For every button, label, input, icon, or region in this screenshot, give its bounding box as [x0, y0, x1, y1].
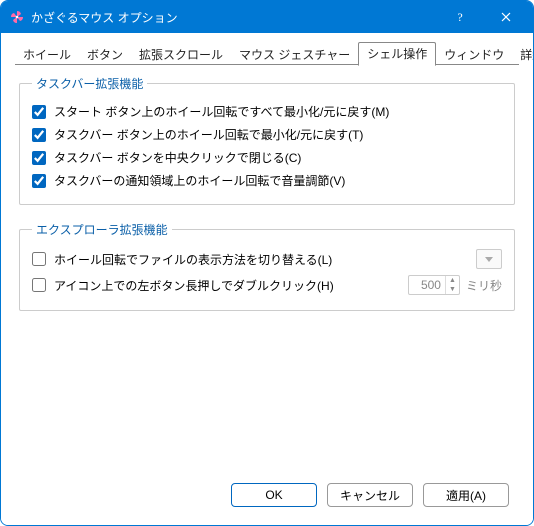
checkbox-wheel-viewmode[interactable] — [32, 252, 46, 266]
cancel-button[interactable]: キャンセル — [327, 483, 413, 507]
checkbox-tray-wheel-volume[interactable] — [32, 174, 46, 188]
tab-detail[interactable]: 詳細 — [512, 44, 534, 66]
group-explorer-legend: エクスプローラ拡張機能 — [32, 221, 172, 238]
tab-gesture[interactable]: マウス ジェスチャー — [231, 44, 358, 66]
spinner-down[interactable]: ▼ — [446, 285, 459, 294]
group-taskbar-legend: タスクバー拡張機能 — [32, 75, 147, 92]
tab-window[interactable]: ウィンドウ — [436, 44, 512, 66]
checkbox-longpress-dblclick[interactable] — [32, 278, 46, 292]
spinner-longpress-ms[interactable]: ▲ ▼ — [408, 275, 460, 295]
checkbox-start-wheel-minimize[interactable] — [32, 105, 46, 119]
tab-wheel[interactable]: ホイール — [15, 44, 79, 66]
app-icon — [9, 9, 25, 25]
group-taskbar: タスクバー拡張機能 スタート ボタン上のホイール回転ですべて最小化/元に戻す(M… — [19, 75, 515, 205]
dialog-window: かざぐるマウス オプション ? ホイール ボタン 拡張スクロール マウス ジェス… — [0, 0, 534, 526]
spinner-up[interactable]: ▲ — [446, 276, 459, 285]
label-taskbar-wheel-minimize: タスクバー ボタン上のホイール回転で最小化/元に戻す(T) — [54, 126, 363, 143]
label-longpress-dblclick: アイコン上での左ボタン長押しでダブルクリック(H) — [54, 277, 334, 294]
tab-button[interactable]: ボタン — [79, 44, 131, 66]
ok-button[interactable]: OK — [231, 483, 317, 507]
apply-button[interactable]: 適用(A) — [423, 483, 509, 507]
spinner-input[interactable] — [409, 278, 445, 292]
checkbox-taskbar-wheel-minimize[interactable] — [32, 128, 46, 142]
label-start-wheel-minimize: スタート ボタン上のホイール回転ですべて最小化/元に戻す(M) — [54, 103, 389, 120]
tabs-bar: ホイール ボタン 拡張スクロール マウス ジェスチャー シェル操作 ウィンドウ … — [15, 43, 519, 65]
checkbox-taskbar-middleclick-close[interactable] — [32, 151, 46, 165]
dropdown-viewmode[interactable] — [476, 249, 502, 269]
label-wheel-viewmode: ホイール回転でファイルの表示方法を切り替える(L) — [54, 251, 332, 268]
tab-shell[interactable]: シェル操作 — [358, 42, 436, 66]
label-taskbar-middleclick-close: タスクバー ボタンを中央クリックで閉じる(C) — [54, 149, 301, 166]
group-explorer: エクスプローラ拡張機能 ホイール回転でファイルの表示方法を切り替える(L) アイ… — [19, 221, 515, 311]
content-area: ホイール ボタン 拡張スクロール マウス ジェスチャー シェル操作 ウィンドウ … — [1, 33, 533, 525]
label-tray-wheel-volume: タスクバーの通知領域上のホイール回転で音量調節(V) — [54, 172, 345, 189]
window-title: かざぐるマウス オプション — [31, 9, 437, 26]
help-button[interactable]: ? — [437, 1, 483, 33]
svg-text:?: ? — [457, 11, 462, 23]
spinner-suffix: ミリ秒 — [466, 277, 502, 294]
tab-extscroll[interactable]: 拡張スクロール — [131, 44, 231, 66]
titlebar: かざぐるマウス オプション ? — [1, 1, 533, 33]
footer-buttons: OK キャンセル 適用(A) — [15, 477, 519, 513]
close-button[interactable] — [483, 1, 529, 33]
tab-body: タスクバー拡張機能 スタート ボタン上のホイール回転ですべて最小化/元に戻す(M… — [15, 64, 519, 477]
